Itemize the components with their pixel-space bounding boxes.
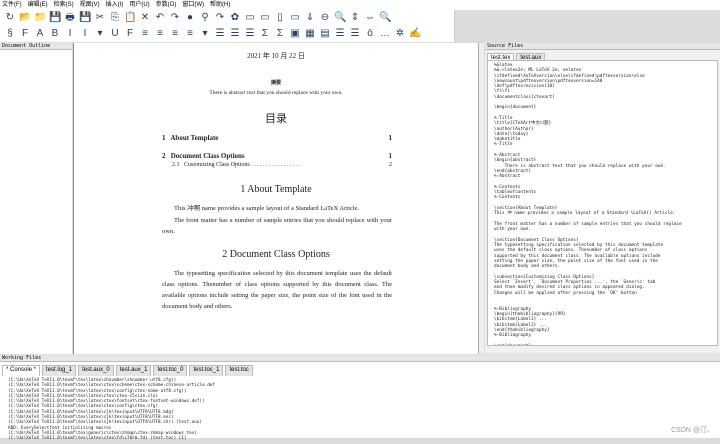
- menu-item[interactable]: 插入(I): [106, 0, 124, 10]
- toolbar-button-icon[interactable]: ●: [184, 12, 196, 24]
- format-button-icon[interactable]: ☰: [229, 28, 241, 40]
- format-toolbar: § F A B I I ▾ U F ≡ ≡ ≡ ≡ ▾ ☰ ☰ ☰ Σ Σ ▣ ▦ ▤ ☰ ☰ ö… ✲ ✍: [0, 26, 455, 42]
- abstract-title: 摘要: [270, 81, 281, 86]
- watermark: CSDN @汀、: [671, 427, 714, 434]
- section-heading: 2 Document Class Options: [222, 249, 330, 260]
- working-file-tab[interactable]: test.aux_1: [115, 365, 152, 376]
- format-button-icon[interactable]: U: [109, 28, 121, 40]
- menu-item[interactable]: 用户(U): [129, 0, 149, 10]
- format-button-icon[interactable]: ▾: [94, 28, 106, 40]
- format-button-icon[interactable]: ☰: [244, 28, 256, 40]
- menu-bar: 文件(F) 编辑(E) 检索(S) 视图(V) 插入(I) 用户(U) 参数(O) 窗口(W)…: [0, 0, 720, 10]
- working-file-tab[interactable]: test.toc_1: [189, 365, 224, 376]
- menu-item[interactable]: 参数(O): [156, 0, 177, 10]
- format-button-icon[interactable]: ✲: [394, 28, 406, 40]
- toolbar-button-icon[interactable]: ⇕: [349, 12, 361, 24]
- working-file-tab[interactable]: test.aux_0: [78, 365, 114, 376]
- toolbar-button-icon[interactable]: ▭: [259, 12, 271, 24]
- toolbar-button-icon[interactable]: ⚲: [199, 12, 211, 24]
- format-button-icon[interactable]: ☰: [349, 28, 361, 40]
- format-button-icon[interactable]: ≡: [154, 28, 166, 40]
- menu-item[interactable]: 视图(V): [80, 0, 100, 10]
- body-paragraph: The typesetting specification selected b…: [162, 270, 392, 310]
- format-button-icon[interactable]: ✍: [409, 28, 421, 40]
- console-output: (C:\Ua\XeTeX TeX11.0\texmf\tex\latex\zhn…: [8, 378, 215, 442]
- toolbar-button-icon[interactable]: 🖶: [64, 12, 76, 24]
- format-button-icon[interactable]: ▾: [199, 28, 211, 40]
- format-button-icon[interactable]: ☰: [214, 28, 226, 40]
- format-button-icon[interactable]: Σ: [259, 28, 271, 40]
- toolbar-button-icon[interactable]: ⇔: [364, 12, 376, 24]
- toolbar-button-icon[interactable]: ✂: [94, 12, 106, 24]
- format-button-icon[interactable]: ≡: [139, 28, 151, 40]
- toolbar-button-icon[interactable]: 🔍: [334, 12, 346, 24]
- format-button-icon[interactable]: ☰: [334, 28, 346, 40]
- toolbar-button-icon[interactable]: ▭: [244, 12, 256, 24]
- toolbar-button-icon[interactable]: ⎘: [109, 12, 121, 24]
- format-button-icon[interactable]: F: [124, 28, 136, 40]
- doc-date: 2021 年 10 月 22 日: [247, 52, 305, 60]
- format-button-icon[interactable]: I: [79, 28, 91, 40]
- main-toolbar: ↻ 📂 📁 💾 🖶 💾 ✂ ⎘ 📋 ✕ ↶ ↷ ● ⚲ ↷ ✿ ▭ ▭ ▯ ▭ ⇓ ⊖ 🔍 ⇕ ⇔ 🔍: [0, 10, 455, 26]
- body-paragraph: The front matter has a number of sample …: [162, 217, 392, 235]
- toolbar-button-icon[interactable]: ↷: [214, 12, 226, 24]
- toolbar-button-icon[interactable]: 💾: [79, 12, 91, 24]
- working-file-tab[interactable]: test.log_1: [42, 365, 77, 376]
- menu-item[interactable]: 帮助(H): [210, 0, 230, 10]
- document-outline-panel: Document Outline: [0, 43, 72, 354]
- toolbar-button-icon[interactable]: 📁: [34, 12, 46, 24]
- panel-title: Source Files: [485, 43, 720, 50]
- toolbar-button-icon[interactable]: ↶: [154, 12, 166, 24]
- format-button-icon[interactable]: ≡: [169, 28, 181, 40]
- source-editor[interactable]: %&latex %&-<latex2e; ML LaTeX 2e; xelate…: [487, 60, 718, 346]
- format-button-icon[interactable]: I: [64, 28, 76, 40]
- working-files-panel: Working Files * Console * test.log_1 test.…: [0, 355, 720, 441]
- pdf-preview[interactable]: 2021 年 10 月 22 日 摘要 There is abstract te…: [73, 43, 478, 354]
- panel-title: Document Outline: [0, 43, 72, 50]
- toolbar-button-icon[interactable]: 🔍: [379, 12, 391, 24]
- toolbar-button-icon[interactable]: 📋: [124, 12, 136, 24]
- format-button-icon[interactable]: F: [19, 28, 31, 40]
- panel-title: Working Files: [0, 355, 720, 362]
- source-files-panel: Source Files test.tex test.aux %&latex %…: [485, 43, 720, 354]
- menu-item[interactable]: 窗口(W): [182, 0, 204, 10]
- format-button-icon[interactable]: ▣: [289, 28, 301, 40]
- working-file-tab[interactable]: test.toc: [225, 365, 253, 376]
- menu-item[interactable]: 编辑(E): [28, 0, 48, 10]
- toc-title: 目录: [265, 112, 287, 125]
- format-button-icon[interactable]: ≡: [184, 28, 196, 40]
- toolbar-button-icon[interactable]: ↷: [169, 12, 181, 24]
- format-button-icon[interactable]: §: [4, 28, 16, 40]
- toolbar-button-icon[interactable]: ✿: [229, 12, 241, 24]
- toc-entry[interactable]: 2 Document Class Options 1: [162, 152, 392, 160]
- toolbar-button-icon[interactable]: ▭: [289, 12, 301, 24]
- toolbar-button-icon[interactable]: ✕: [139, 12, 151, 24]
- toc-entry[interactable]: 1 About Template 1: [162, 134, 392, 142]
- menu-item[interactable]: 文件(F): [2, 0, 22, 10]
- abstract-text: There is abstract text that you should r…: [209, 90, 343, 96]
- preview-scrollbar[interactable]: [478, 43, 484, 354]
- format-button-icon[interactable]: …: [379, 28, 391, 40]
- format-button-icon[interactable]: ö: [364, 28, 376, 40]
- toolbar-button-icon[interactable]: 📂: [19, 12, 31, 24]
- toolbar-button-icon[interactable]: ▯: [274, 12, 286, 24]
- section-heading: 1 About Template: [240, 184, 312, 195]
- toolbar-button-icon[interactable]: ↻: [4, 12, 16, 24]
- format-button-icon[interactable]: Σ: [274, 28, 286, 40]
- format-button-icon[interactable]: A: [34, 28, 46, 40]
- toc-entry[interactable]: 2.1 Customizing Class Options . . . . . …: [162, 162, 392, 168]
- toolbar-button-icon[interactable]: 💾: [49, 12, 61, 24]
- menu-item[interactable]: 检索(S): [54, 0, 74, 10]
- toolbar-button-icon[interactable]: ⇓: [304, 12, 316, 24]
- working-file-tab[interactable]: test.toc_0: [153, 365, 188, 376]
- toolbar-button-icon[interactable]: ⊖: [319, 12, 331, 24]
- working-file-tab[interactable]: * Console *: [2, 365, 41, 376]
- format-button-icon[interactable]: ▤: [319, 28, 331, 40]
- body-paragraph: This 冲啊 name provides a sample layout of…: [174, 205, 360, 212]
- format-button-icon[interactable]: ▦: [304, 28, 316, 40]
- format-button-icon[interactable]: B: [49, 28, 61, 40]
